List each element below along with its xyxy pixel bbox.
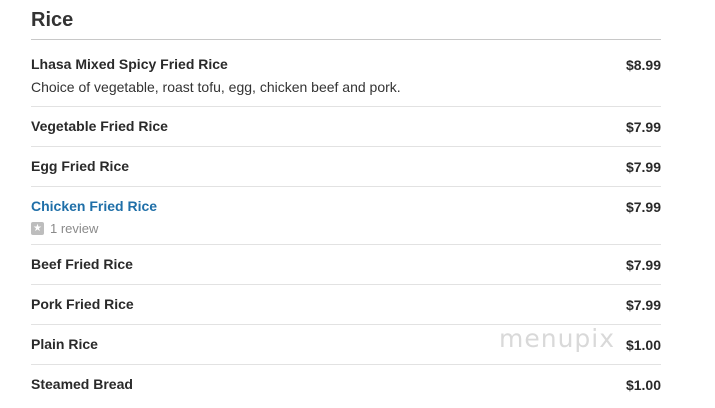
- menu-item: Vegetable Fried Rice $7.99: [31, 107, 661, 147]
- watermark-logo: menupix: [499, 324, 616, 353]
- item-price: $7.99: [625, 119, 661, 135]
- menu-item: Egg Fried Rice $7.99: [31, 147, 661, 187]
- item-price: $1.00: [625, 377, 661, 393]
- item-name: Steamed Bread: [31, 376, 133, 392]
- star-icon: ★: [31, 222, 44, 235]
- menu-item: Pork Fried Rice $7.99: [31, 285, 661, 325]
- item-price: $7.99: [625, 297, 661, 313]
- item-name: Beef Fried Rice: [31, 256, 133, 272]
- item-name: Vegetable Fried Rice: [31, 118, 168, 134]
- item-price: $7.99: [625, 159, 661, 175]
- item-name-link[interactable]: Chicken Fried Rice: [31, 198, 157, 214]
- review-link[interactable]: ★ 1 review: [31, 221, 98, 236]
- item-name: Pork Fried Rice: [31, 296, 134, 312]
- review-count: 1 review: [50, 221, 99, 236]
- section-title: Rice: [31, 9, 74, 31]
- item-name: Plain Rice: [31, 336, 98, 352]
- item-price: $7.99: [625, 257, 661, 273]
- menu-item: Lhasa Mixed Spicy Fried Rice $8.99 Choic…: [31, 40, 661, 107]
- item-price: $8.99: [625, 57, 661, 73]
- menu-item: Beef Fried Rice $7.99: [31, 245, 661, 285]
- item-price: $7.99: [625, 199, 661, 215]
- menu-item: Steamed Bread $1.00: [31, 365, 661, 405]
- item-name: Lhasa Mixed Spicy Fried Rice: [31, 56, 228, 72]
- menu-item: Chicken Fried Rice $7.99 ★ 1 review: [31, 187, 661, 245]
- item-price: $1.00: [625, 337, 661, 353]
- item-description: Choice of vegetable, roast tofu, egg, ch…: [31, 79, 401, 95]
- item-name: Egg Fried Rice: [31, 158, 130, 174]
